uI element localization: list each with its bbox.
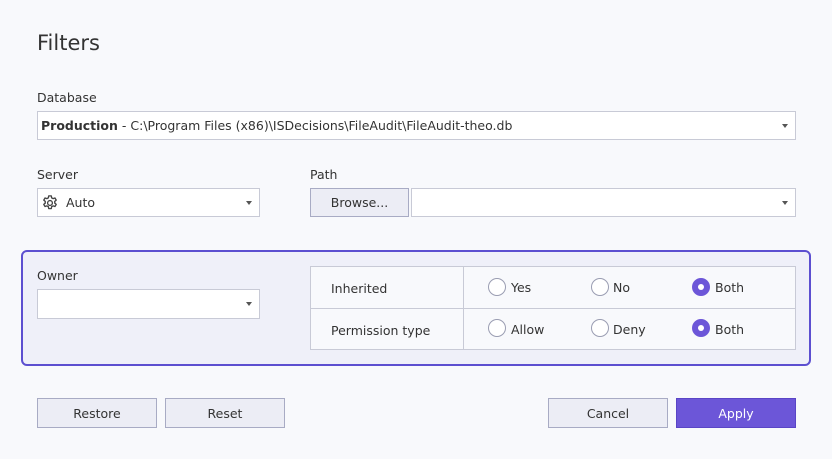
owner-select[interactable]	[37, 289, 260, 319]
cancel-button[interactable]: Cancel	[548, 398, 668, 428]
database-select[interactable]: Production - C:\Program Files (x86)\ISDe…	[37, 111, 796, 140]
permission-grid: Inherited Yes No Both Permission type Al…	[310, 266, 796, 350]
permission-both-radio[interactable]	[692, 319, 710, 337]
grid-divider-horizontal	[311, 308, 795, 309]
inherited-yes-radio[interactable]	[488, 278, 506, 296]
permission-allow-label[interactable]: Allow	[511, 322, 544, 337]
path-select[interactable]	[411, 188, 796, 217]
database-path: C:\Program Files (x86)\ISDecisions\FileA…	[130, 118, 513, 133]
server-value: Auto	[66, 195, 96, 210]
inherited-no-label[interactable]: No	[613, 280, 630, 295]
permission-allow-radio[interactable]	[488, 319, 506, 337]
permission-deny-radio[interactable]	[591, 319, 609, 337]
browse-button[interactable]: Browse...	[310, 188, 409, 217]
dialog-title: Filters	[37, 31, 100, 55]
owner-label: Owner	[37, 268, 78, 283]
gear-icon	[41, 194, 59, 212]
restore-button[interactable]: Restore	[37, 398, 157, 428]
inherited-yes-label[interactable]: Yes	[511, 280, 531, 295]
permission-type-label: Permission type	[331, 323, 431, 338]
database-name: Production	[41, 118, 118, 133]
chevron-down-icon	[782, 123, 788, 128]
inherited-both-label[interactable]: Both	[715, 280, 744, 295]
path-label: Path	[310, 167, 338, 182]
server-select[interactable]: Auto	[37, 188, 260, 217]
inherited-label: Inherited	[331, 281, 388, 296]
reset-button[interactable]: Reset	[165, 398, 285, 428]
apply-button[interactable]: Apply	[676, 398, 796, 428]
permission-both-label[interactable]: Both	[715, 322, 744, 337]
permission-deny-label[interactable]: Deny	[613, 322, 646, 337]
database-separator: -	[117, 118, 131, 133]
chevron-down-icon	[246, 200, 252, 205]
database-label: Database	[37, 90, 97, 105]
chevron-down-icon	[782, 200, 788, 205]
server-label: Server	[37, 167, 78, 182]
chevron-down-icon	[246, 302, 252, 306]
inherited-both-radio[interactable]	[692, 278, 710, 296]
inherited-no-radio[interactable]	[591, 278, 609, 296]
